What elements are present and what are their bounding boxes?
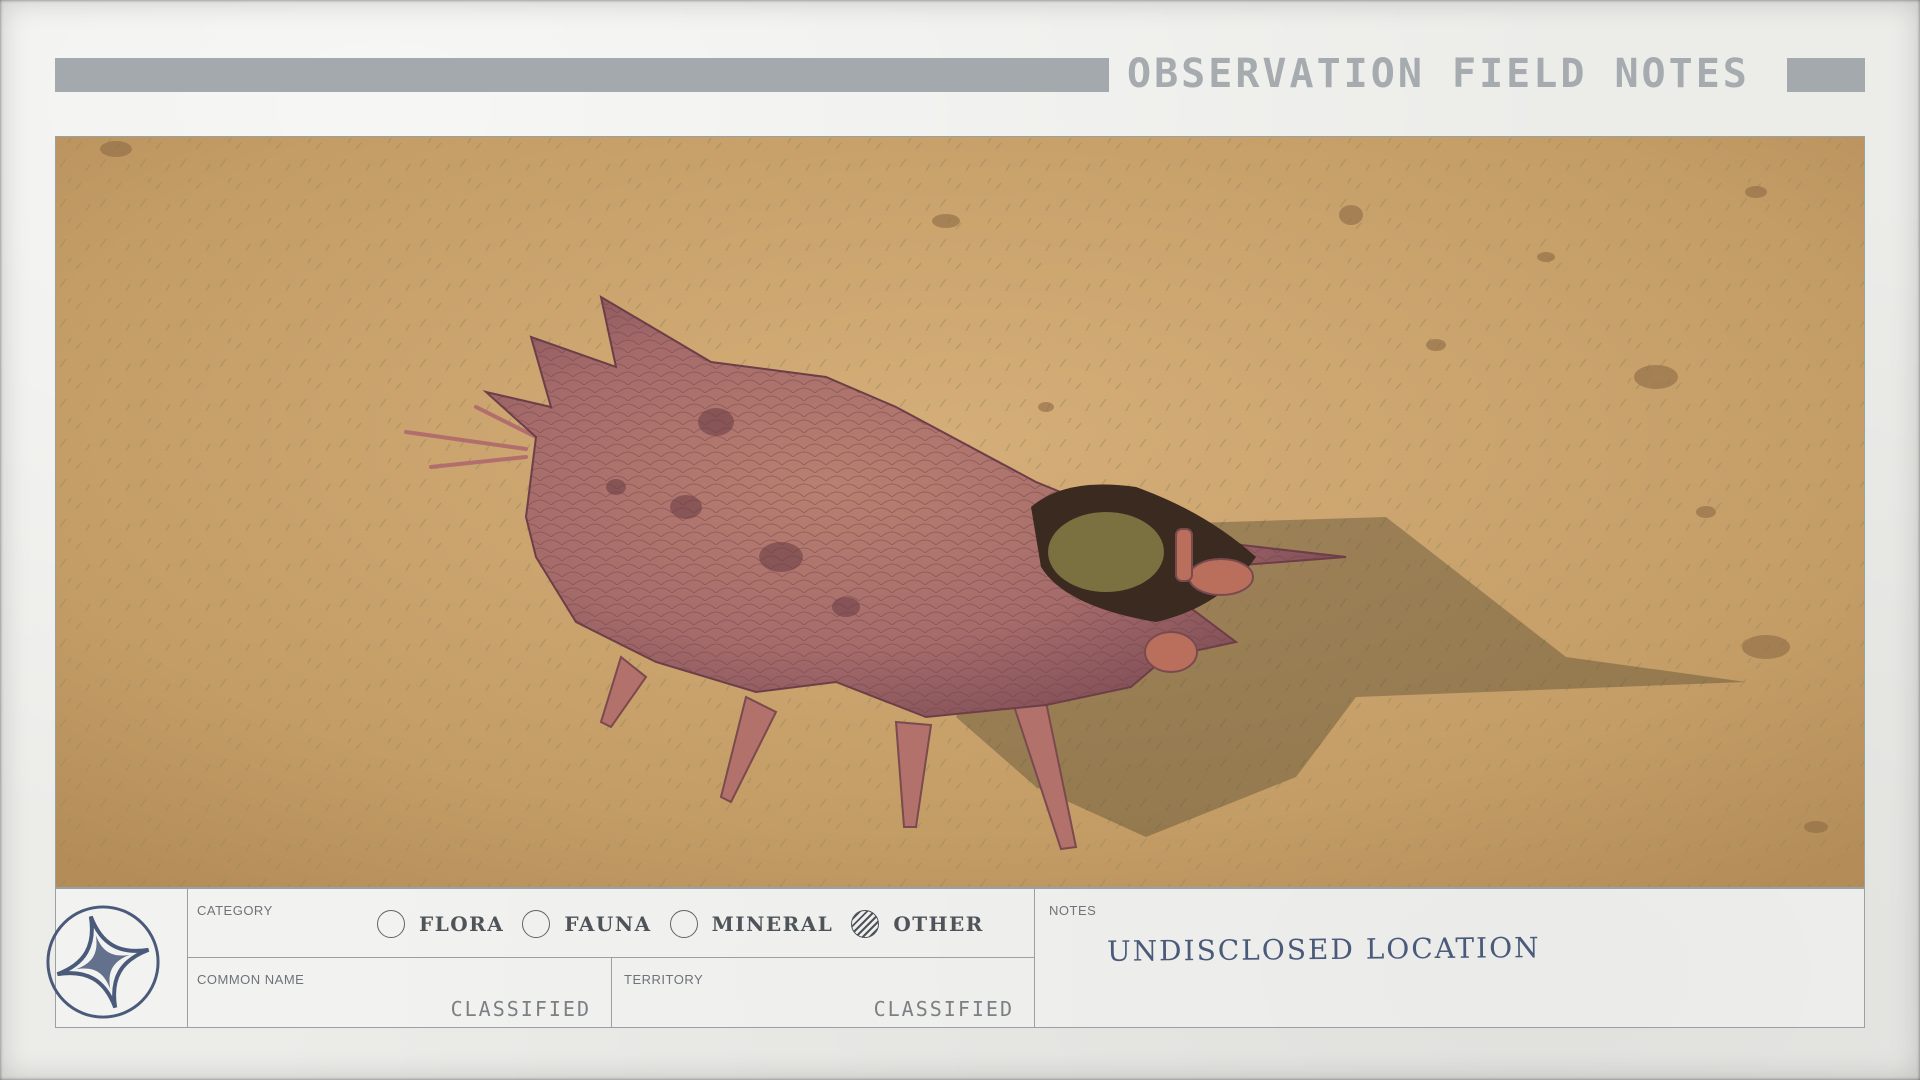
category-option-flora[interactable]: FLORA [377,910,504,938]
header-bar-left [55,58,1109,92]
category-row: CATEGORY FLORA FAUNA MINERAL OTHER [187,889,1034,958]
header: OBSERVATION FIELD NOTES [55,52,1865,96]
category-option-mineral[interactable]: MINERAL [669,910,834,938]
category-options: FLORA FAUNA MINERAL OTHER [377,907,1002,941]
option-label-mineral: MINERAL [711,912,834,936]
common-name-label: COMMON NAME [197,972,305,987]
creature-body [1048,512,1164,592]
radio-flora[interactable] [377,910,405,938]
category-label: CATEGORY [197,903,273,918]
option-label-flora: FLORA [419,912,505,936]
header-bar-right [1787,58,1865,92]
star-emblem-icon [46,905,160,1019]
observation-form: CATEGORY FLORA FAUNA MINERAL OTHER COMMO… [46,888,1865,1028]
territory-cell: TERRITORY CLASSIFIED [612,958,1034,1027]
notes-label: NOTES [1049,903,1097,918]
page-title: OBSERVATION FIELD NOTES [1127,51,1750,97]
specimen-photo [55,136,1865,888]
specimen-photo-art [56,137,1864,887]
radio-other-selected[interactable] [851,910,880,938]
option-label-other: OTHER [893,912,984,936]
notes-cell: NOTES UNDISCLOSED LOCATION [1034,889,1865,1027]
radio-fauna[interactable] [522,910,551,938]
territory-label: TERRITORY [624,972,704,987]
field-notes-card: OBSERVATION FIELD NOTES CATEGORY FLORA F… [0,0,1920,1080]
notes-value: UNDISCLOSED LOCATION [1106,931,1541,968]
common-name-value: CLASSIFIED [450,997,591,1021]
category-option-fauna[interactable]: FAUNA [522,910,651,938]
common-name-cell: COMMON NAME CLASSIFIED [187,958,612,1027]
radio-mineral[interactable] [669,910,698,938]
territory-value: CLASSIFIED [873,997,1014,1021]
category-option-other[interactable]: OTHER [851,910,984,938]
emblem-cell [46,889,188,1027]
option-label-fauna: FAUNA [564,912,652,936]
